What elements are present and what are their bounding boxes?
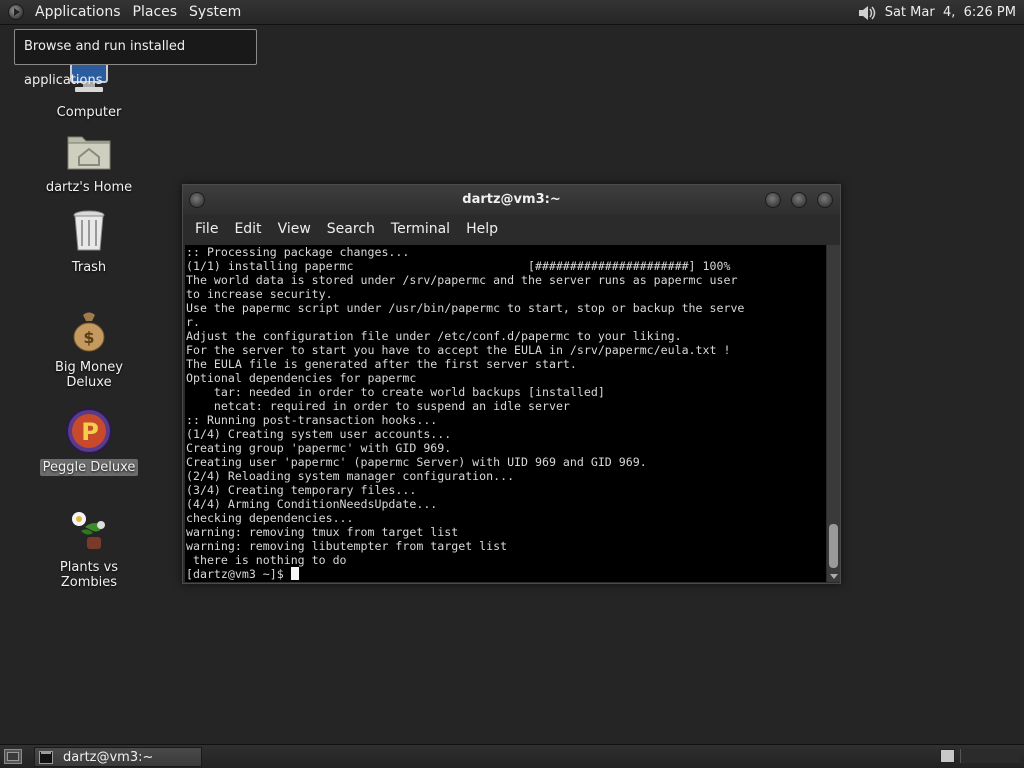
terminal-line: tar: needed in order to create world bac… — [186, 385, 605, 399]
scrollbar-thumb[interactable] — [829, 524, 838, 568]
workspace-switcher[interactable] — [960, 749, 1020, 763]
menu-file[interactable]: File — [187, 215, 226, 244]
money-bag-icon: $ — [65, 307, 113, 355]
maximize-button[interactable] — [791, 192, 807, 208]
terminal-line: r. — [186, 315, 200, 329]
speaker-icon[interactable] — [855, 2, 877, 24]
terminal-line: :: Running post-transaction hooks... — [186, 413, 438, 427]
panel-tray: Sat Mar 4, 6:26 PM — [855, 0, 1024, 25]
terminal-prompt: [dartz@vm3 ~]$ — [186, 567, 291, 581]
menu-terminal[interactable]: Terminal — [383, 215, 458, 244]
window-menu-icon[interactable] — [189, 192, 205, 208]
menu-search[interactable]: Search — [319, 215, 383, 244]
places-menu[interactable]: Places — [127, 0, 184, 25]
menu-help[interactable]: Help — [458, 215, 506, 244]
window-title: dartz@vm3:~ — [462, 192, 561, 207]
terminal-menubar: File Edit View Search Terminal Help — [183, 215, 840, 244]
desktop-icon-label: Peggle Deluxe — [39, 459, 139, 476]
desktop-icon-label: Plants vs Zombies — [59, 560, 119, 590]
terminal-line: :: Processing package changes... — [186, 245, 410, 259]
terminal-line: Use the papermc script under /usr/bin/pa… — [186, 301, 745, 315]
terminal-line: (3/4) Creating temporary files... — [186, 483, 417, 497]
terminal-line: (2/4) Reloading system manager configura… — [186, 469, 515, 483]
workspace-1[interactable] — [940, 749, 955, 763]
show-desktop-button[interactable] — [4, 749, 22, 764]
desktop-icon-label: Big Money Deluxe — [54, 360, 123, 390]
menu-edit[interactable]: Edit — [226, 215, 269, 244]
terminal-line: Optional dependencies for papermc — [186, 371, 417, 385]
taskbar-window-label: dartz@vm3:~ — [63, 749, 154, 765]
terminal-line: (1/4) Creating system user accounts... — [186, 427, 452, 441]
top-panel: Applications Places System Sat Mar 4, 6:… — [0, 0, 1024, 25]
scroll-down-arrow-icon[interactable] — [830, 574, 838, 579]
terminal-line: (1/1) installing papermc [##############… — [186, 259, 731, 273]
terminal-line: Adjust the configuration file under /etc… — [186, 329, 682, 343]
terminal-scrollbar[interactable] — [827, 245, 840, 582]
terminal-line: warning: removing tmux from target list — [186, 525, 459, 539]
terminal-output[interactable]: :: Processing package changes... (1/1) i… — [185, 245, 826, 582]
terminal-line: there is nothing to do — [186, 553, 347, 567]
terminal-line: netcat: required in order to suspend an … — [186, 399, 570, 413]
terminal-line: The world data is stored under /srv/pape… — [186, 273, 738, 287]
desktop-icon-plants-vs-zombies[interactable]: Plants vs Zombies — [29, 507, 149, 591]
svg-text:P: P — [81, 418, 99, 446]
applications-menu[interactable]: Applications — [29, 0, 127, 25]
peggle-icon: P — [65, 407, 113, 455]
bottom-panel: dartz@vm3:~ — [0, 744, 1024, 768]
terminal-icon — [39, 750, 53, 764]
terminal-line: checking dependencies... — [186, 511, 354, 525]
terminal-line: warning: removing libutempter from targe… — [186, 539, 508, 553]
desktop-icon-label: Computer — [56, 105, 122, 120]
applications-menu-icon[interactable] — [8, 4, 24, 20]
desktop-icon-label: Trash — [71, 260, 107, 275]
applications-tooltip: Browse and run installed applications — [14, 29, 257, 88]
terminal-line: (4/4) Arming ConditionNeedsUpdate... — [186, 497, 438, 511]
home-folder-icon — [65, 127, 113, 175]
terminal-line: The EULA file is generated after the fir… — [186, 357, 577, 371]
desktop-icon-home[interactable]: dartz's Home — [29, 127, 149, 196]
desktop-icon-peggle[interactable]: P Peggle Deluxe — [29, 407, 149, 476]
minimize-button[interactable] — [765, 192, 781, 208]
terminal-window[interactable]: dartz@vm3:~ File Edit View Search Termin… — [182, 184, 841, 584]
terminal-line: For the server to start you have to acce… — [186, 343, 731, 357]
text-cursor — [290, 567, 299, 580]
desktop-icon-trash[interactable]: Trash — [29, 207, 149, 276]
terminal-line: Creating group 'papermc' with GID 969. — [186, 441, 452, 455]
window-titlebar[interactable]: dartz@vm3:~ — [183, 185, 840, 215]
terminal-prompt-line[interactable]: [dartz@vm3 ~]$ — [186, 567, 826, 581]
clock[interactable]: Sat Mar 4, 6:26 PM — [885, 5, 1016, 20]
svg-text:$: $ — [83, 328, 94, 347]
plants-icon — [65, 507, 113, 555]
menu-view[interactable]: View — [270, 215, 319, 244]
taskbar-window-button[interactable]: dartz@vm3:~ — [34, 747, 202, 767]
terminal-line: to increase security. — [186, 287, 333, 301]
trash-icon — [65, 207, 113, 255]
desktop-icon-big-money[interactable]: $ Big Money Deluxe — [29, 307, 149, 391]
desktop-icon-label: dartz's Home — [45, 180, 133, 195]
terminal-line: Creating user 'papermc' (papermc Server)… — [186, 455, 647, 469]
close-button[interactable] — [817, 192, 833, 208]
system-menu[interactable]: System — [183, 0, 247, 25]
